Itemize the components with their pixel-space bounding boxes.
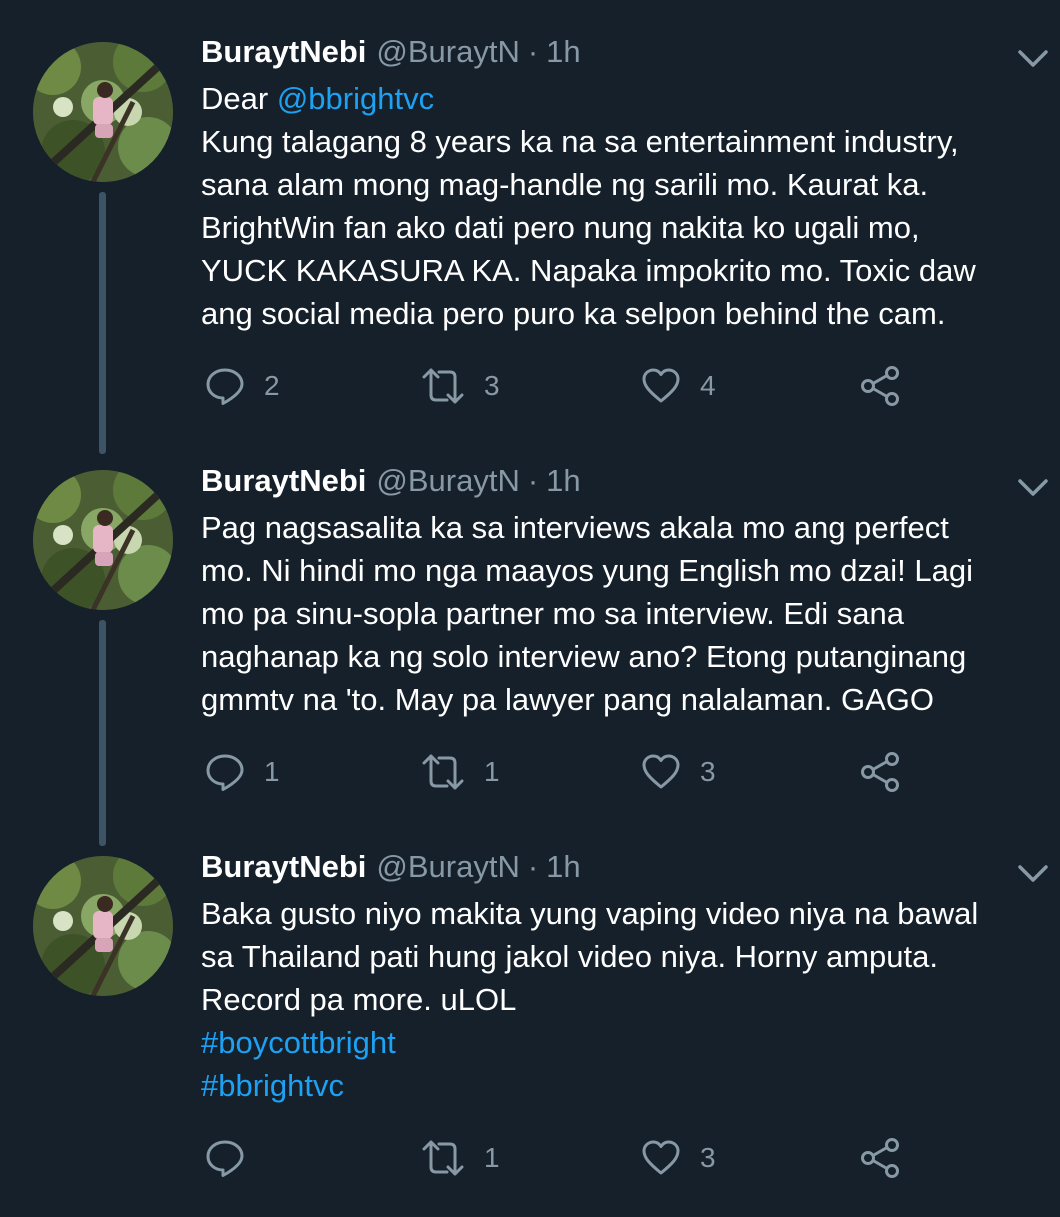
retweet-icon — [420, 365, 466, 407]
reply-button[interactable]: 1 — [204, 747, 280, 797]
share-icon — [858, 750, 902, 794]
tweet-actions: 1 3 — [0, 1133, 1060, 1183]
tweet-text-line: mo pa sinu-sopla partner mo sa interview… — [201, 596, 905, 631]
tweet-text-line: Baka gusto niyo makita yung vaping video… — [201, 896, 979, 931]
reply-icon — [204, 365, 246, 407]
hashtag-link[interactable]: #boycottbright — [201, 1021, 1041, 1064]
tweet-header: BuraytNebi @BuraytN · 1h — [201, 849, 581, 893]
thread-connector-line — [99, 620, 106, 846]
tweet-text-line: Kung talagang 8 years ka na sa entertain… — [201, 124, 959, 159]
retweet-count: 1 — [484, 1142, 500, 1173]
user-handle[interactable]: @BuraytN — [376, 34, 519, 70]
avatar[interactable] — [33, 856, 173, 996]
reply-button[interactable] — [204, 1133, 246, 1183]
thread-connector-line — [99, 192, 106, 454]
tweet-text-line: Dear @bbrightvc — [201, 77, 1041, 120]
user-handle[interactable]: @BuraytN — [376, 463, 519, 499]
heart-icon — [640, 365, 682, 407]
display-name[interactable]: BuraytNebi — [201, 849, 366, 885]
share-button[interactable] — [858, 361, 902, 411]
like-count: 3 — [700, 1142, 716, 1173]
avatar[interactable] — [33, 42, 173, 182]
like-button[interactable]: 3 — [640, 747, 716, 797]
mention-link[interactable]: @bbrightvc — [277, 81, 434, 116]
avatar[interactable] — [33, 470, 173, 610]
share-icon — [858, 1136, 902, 1180]
like-button[interactable]: 3 — [640, 1133, 716, 1183]
reply-count: 2 — [264, 370, 280, 401]
tweet-text: Baka gusto niyo makita yung vaping video… — [201, 892, 1041, 1107]
reply-button[interactable]: 2 — [204, 361, 280, 411]
tweet-text-line: naghanap ka ng solo interview ano? Etong… — [201, 639, 967, 674]
retweet-button[interactable]: 1 — [420, 1133, 500, 1183]
separator-dot: · — [527, 34, 539, 69]
share-icon — [858, 364, 902, 408]
retweet-button[interactable]: 1 — [420, 747, 500, 797]
reply-icon — [204, 1137, 246, 1179]
tweet-text-line: Record pa more. uLOL — [201, 982, 517, 1017]
tweet-text-line: Pag nagsasalita ka sa interviews akala m… — [201, 510, 949, 545]
retweet-icon — [420, 751, 466, 793]
tweet-actions: 1 1 3 — [0, 747, 1060, 797]
display-name[interactable]: BuraytNebi — [201, 34, 366, 70]
retweet-button[interactable]: 3 — [420, 361, 500, 411]
user-handle[interactable]: @BuraytN — [376, 849, 519, 885]
tweet-text-line: BrightWin fan ako dati pero nung nakita … — [201, 210, 920, 245]
retweet-count: 3 — [484, 370, 500, 401]
display-name[interactable]: BuraytNebi — [201, 463, 366, 499]
tweet-header: BuraytNebi @BuraytN · 1h — [201, 463, 581, 507]
share-button[interactable] — [858, 1133, 902, 1183]
hashtag-link[interactable]: #bbrightvc — [201, 1064, 1041, 1107]
heart-icon — [640, 751, 682, 793]
reply-icon — [204, 751, 246, 793]
reply-count: 1 — [264, 756, 280, 787]
tweet-text-line: sa Thailand pati hung jakol video niya. … — [201, 939, 938, 974]
heart-icon — [640, 1137, 682, 1179]
chevron-down-icon[interactable] — [1015, 40, 1051, 76]
share-button[interactable] — [858, 747, 902, 797]
timestamp[interactable]: 1h — [546, 849, 580, 885]
tweet-text: Dear @bbrightvc Kung talagang 8 years ka… — [201, 77, 1041, 335]
retweet-count: 1 — [484, 756, 500, 787]
chevron-down-icon[interactable] — [1015, 855, 1051, 891]
tweet-thread: BuraytNebi @BuraytN · 1h Dear @bbrightvc… — [0, 0, 1060, 1217]
tweet-text: Pag nagsasalita ka sa interviews akala m… — [201, 506, 1041, 721]
timestamp[interactable]: 1h — [546, 463, 580, 499]
tweet-header: BuraytNebi @BuraytN · 1h — [201, 34, 581, 78]
tweet-text-line: ang social media pero puro ka selpon beh… — [201, 296, 946, 331]
tweet-text-line: sana alam mong mag-handle ng sarili mo. … — [201, 167, 929, 202]
like-button[interactable]: 4 — [640, 361, 716, 411]
retweet-icon — [420, 1137, 466, 1179]
timestamp[interactable]: 1h — [546, 34, 580, 70]
tweet-text-line: mo. Ni hindi mo nga maayos yung English … — [201, 553, 973, 588]
chevron-down-icon[interactable] — [1015, 469, 1051, 505]
tweet-text-line: gmmtv na 'to. May pa lawyer pang nalalam… — [201, 682, 935, 717]
tweet-actions: 2 3 4 — [0, 361, 1060, 411]
like-count: 3 — [700, 756, 716, 787]
separator-dot: · — [527, 463, 539, 498]
separator-dot: · — [527, 849, 539, 884]
greeting-text: Dear — [201, 81, 277, 116]
like-count: 4 — [700, 370, 716, 401]
tweet-text-line: YUCK KAKASURA KA. Napaka impokrito mo. T… — [201, 253, 976, 288]
